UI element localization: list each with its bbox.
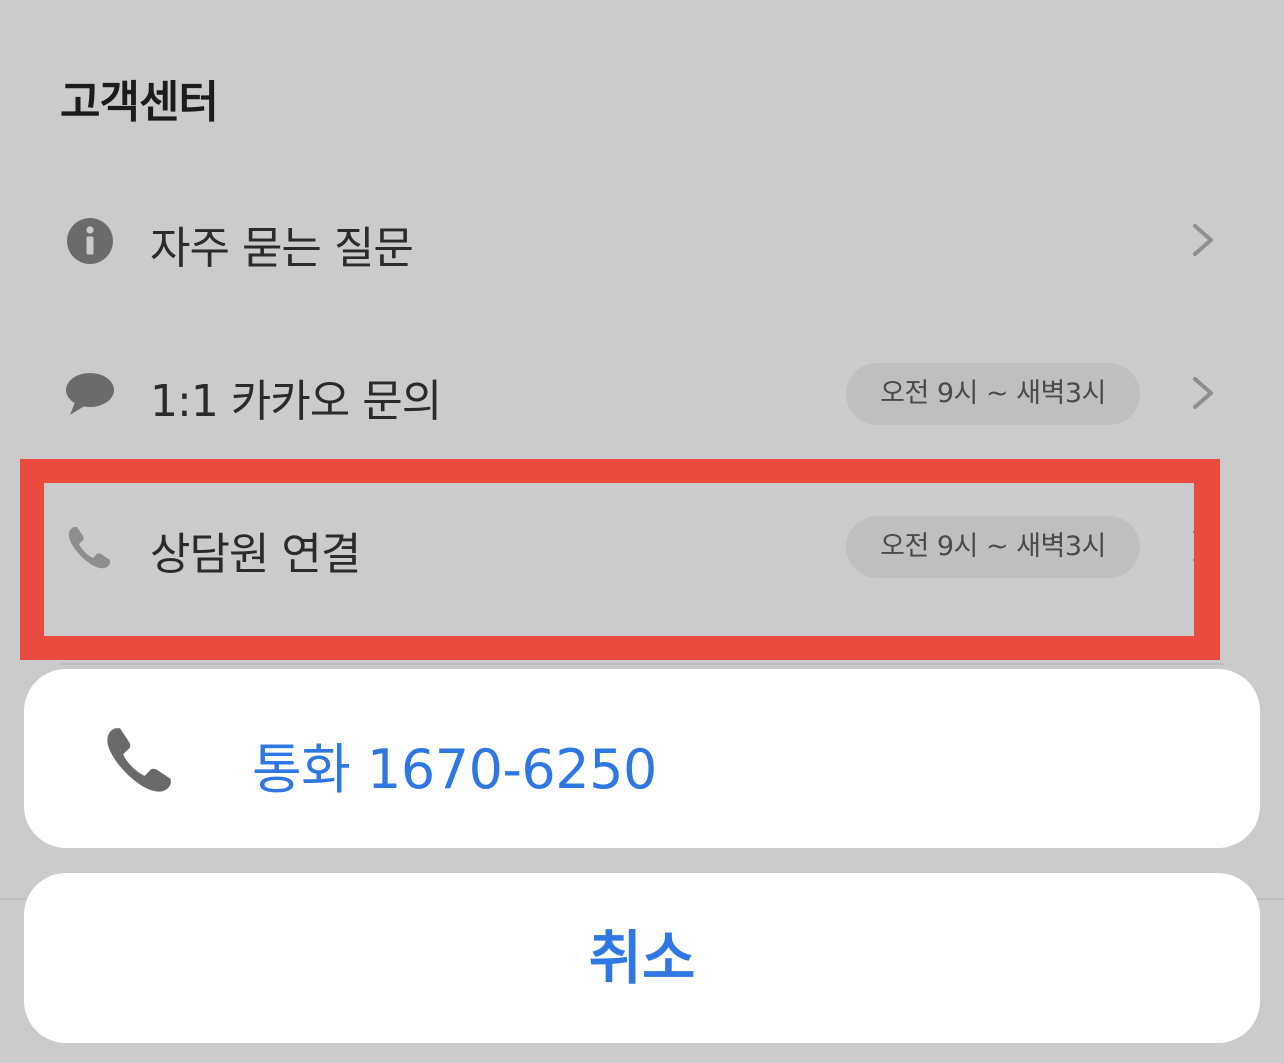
call-number-label: 통화 1670-6250: [252, 738, 657, 801]
menu-item-kakao-inquiry[interactable]: 1:1 카카오 문의 오전 9시 ~ 새벽3시: [0, 343, 1284, 443]
section-title: 고객센터: [60, 77, 219, 128]
menu-item-label: 자주 묻는 질문: [150, 223, 414, 274]
hours-badge: 오전 9시 ~ 새벽3시: [846, 516, 1140, 578]
menu-item-agent-connect[interactable]: 상담원 연결 오전 9시 ~ 새벽3시: [0, 496, 1284, 596]
cancel-button[interactable]: 취소: [24, 873, 1260, 1043]
phone-icon: [107, 728, 171, 792]
info-icon: [67, 218, 113, 264]
phone-icon: [68, 527, 110, 569]
cancel-label: 취소: [588, 924, 696, 992]
menu-item-label: 상담원 연결: [150, 529, 361, 580]
menu-item-label: 1:1 카카오 문의: [150, 376, 442, 427]
menu-item-faq[interactable]: 자주 묻는 질문: [0, 190, 1284, 290]
chevron-right-icon: [1193, 377, 1213, 409]
chevron-right-icon: [1193, 224, 1213, 256]
chat-bubble-icon: [66, 373, 114, 415]
chevron-right-icon: [1193, 530, 1213, 562]
customer-center-page: 고객센터 자주 묻는 질문 1:1 카카오 문의 오전 9시 ~ 새벽3시 상담…: [0, 0, 1284, 1063]
hours-badge: 오전 9시 ~ 새벽3시: [846, 363, 1140, 425]
call-action-button[interactable]: 통화 1670-6250: [24, 669, 1260, 848]
divider: [60, 663, 1224, 665]
